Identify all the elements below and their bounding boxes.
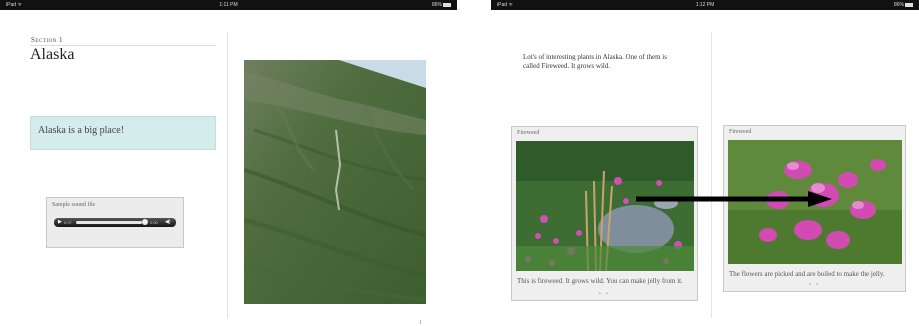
- right-arrow-icon: [636, 191, 832, 207]
